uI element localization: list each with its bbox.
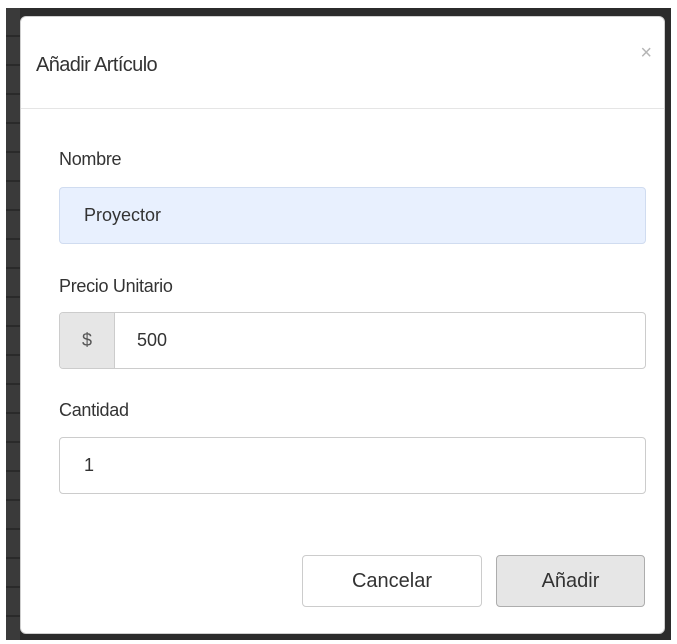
close-icon[interactable]: × xyxy=(640,43,652,63)
name-label: Nombre xyxy=(59,149,122,169)
dialog-title: Añadir Artículo xyxy=(36,54,158,76)
quantity-label: Cantidad xyxy=(59,400,129,420)
add-button[interactable]: Añadir xyxy=(496,555,645,607)
screen: Añadir Artículo × Nombre Proyector Preci… xyxy=(0,0,677,644)
dialog-header: Añadir Artículo × xyxy=(21,17,664,109)
cancel-button[interactable]: Cancelar xyxy=(302,555,482,607)
price-label: Precio Unitario xyxy=(59,276,173,296)
currency-addon: $ xyxy=(60,313,115,368)
price-input[interactable]: 500 xyxy=(137,313,167,368)
backdrop-table-edge xyxy=(6,8,20,640)
quantity-input[interactable]: 1 xyxy=(59,437,646,494)
name-input[interactable]: Proyector xyxy=(59,187,646,244)
price-input-group[interactable]: $ 500 xyxy=(59,312,646,369)
add-item-dialog: Añadir Artículo × Nombre Proyector Preci… xyxy=(20,16,665,634)
